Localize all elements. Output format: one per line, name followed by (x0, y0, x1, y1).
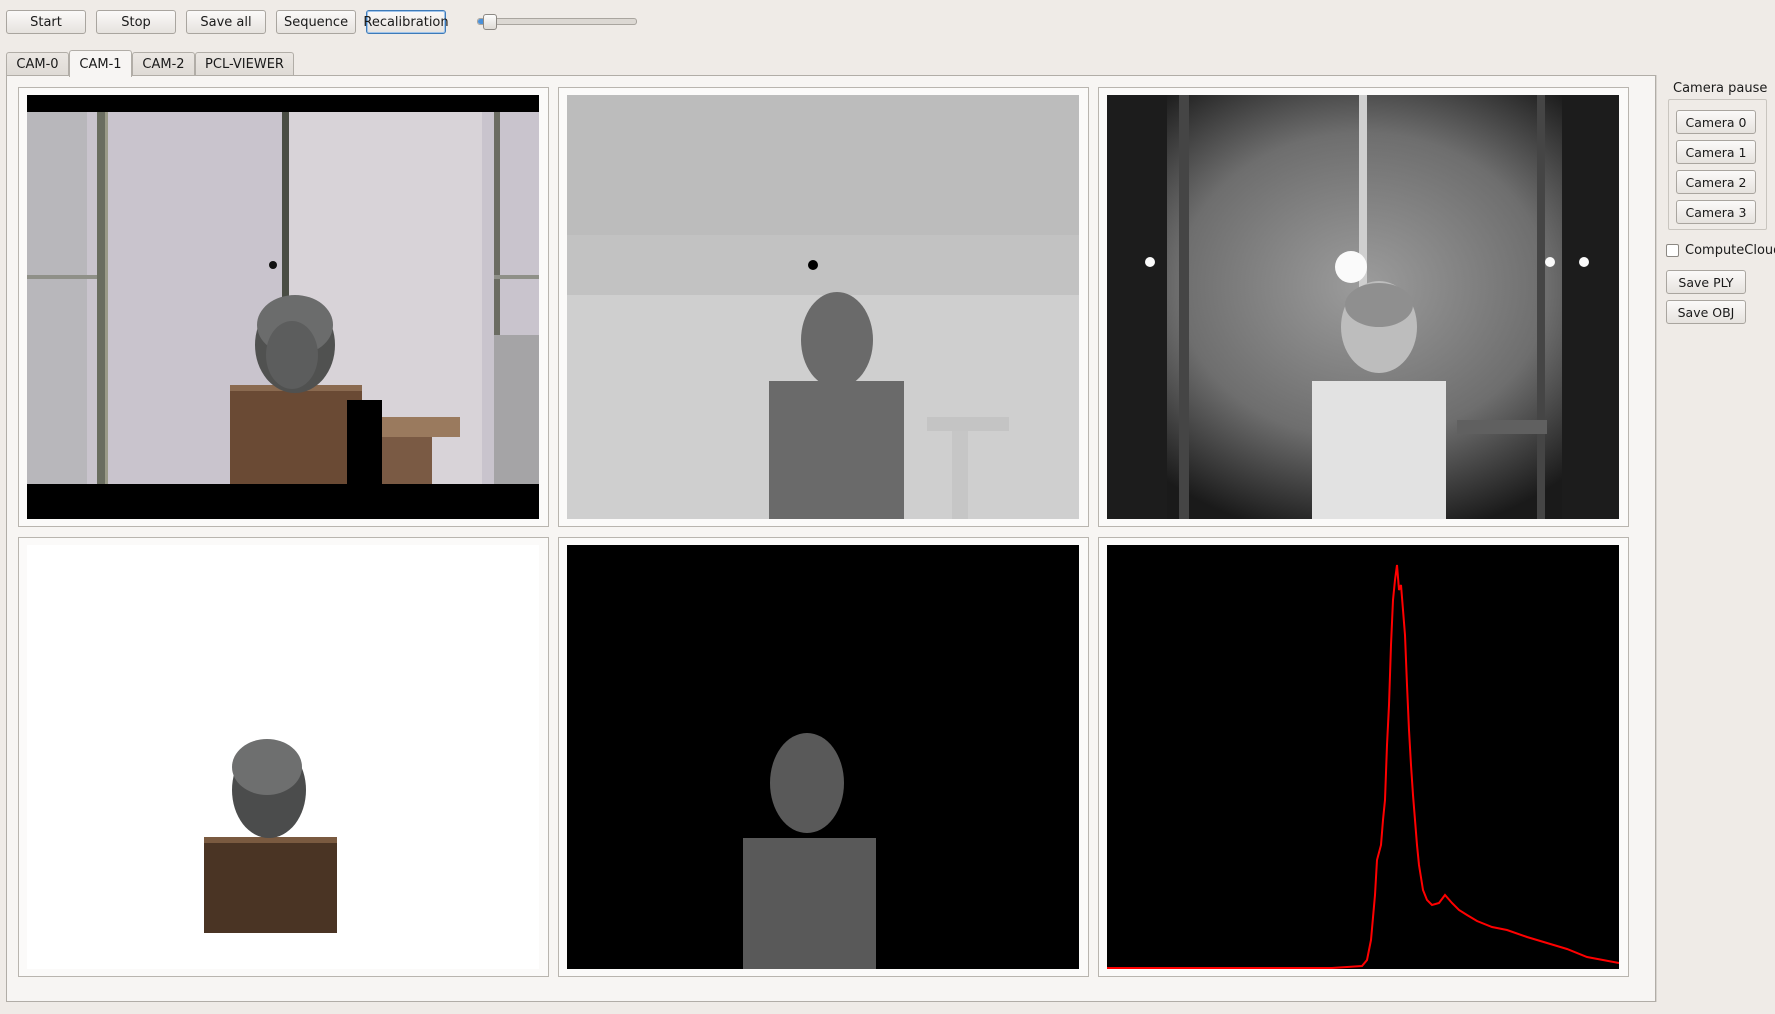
camera-0-pause-button[interactable]: Camera 0 (1676, 110, 1756, 134)
segmented-color-image (27, 545, 539, 969)
save-all-button[interactable]: Save all (186, 10, 266, 34)
recalibration-button[interactable]: Recalibration (363, 10, 449, 34)
depth-histogram (1107, 545, 1619, 969)
segmented-depth-image (567, 545, 1079, 969)
tab-pcl-viewer[interactable]: PCL-VIEWER (195, 52, 294, 76)
infrared-image (1107, 95, 1619, 519)
sequence-button[interactable]: Sequence (276, 10, 356, 34)
tab-cam-2[interactable]: CAM-2 (132, 52, 195, 76)
slider-handle[interactable] (483, 14, 497, 30)
color-image (27, 95, 539, 519)
camera-3-pause-button[interactable]: Camera 3 (1676, 200, 1756, 224)
start-button[interactable]: Start (6, 10, 86, 34)
depth-image (567, 95, 1079, 519)
compute-cloud-label: ComputeCloud (1685, 243, 1775, 258)
segmented-color-view-frame (18, 537, 549, 977)
infrared-view-frame (1098, 87, 1629, 527)
save-ply-button[interactable]: Save PLY (1666, 270, 1746, 294)
camera-1-pause-button[interactable]: Camera 1 (1676, 140, 1756, 164)
histogram-line (1107, 564, 1619, 969)
tab-cam-1[interactable]: CAM-1 (69, 50, 132, 77)
threshold-slider[interactable] (477, 14, 637, 30)
compute-cloud-checkbox[interactable] (1666, 244, 1679, 257)
depth-histogram-frame (1098, 537, 1629, 977)
camera-2-pause-button[interactable]: Camera 2 (1676, 170, 1756, 194)
camera-pause-title: Camera pause (1673, 81, 1768, 96)
segmented-depth-view-frame (558, 537, 1089, 977)
stop-button[interactable]: Stop (96, 10, 176, 34)
tab-cam-0[interactable]: CAM-0 (6, 52, 69, 76)
color-view-frame (18, 87, 549, 527)
divider (1656, 75, 1657, 1002)
depth-view-frame (558, 87, 1089, 527)
save-obj-button[interactable]: Save OBJ (1666, 300, 1746, 324)
